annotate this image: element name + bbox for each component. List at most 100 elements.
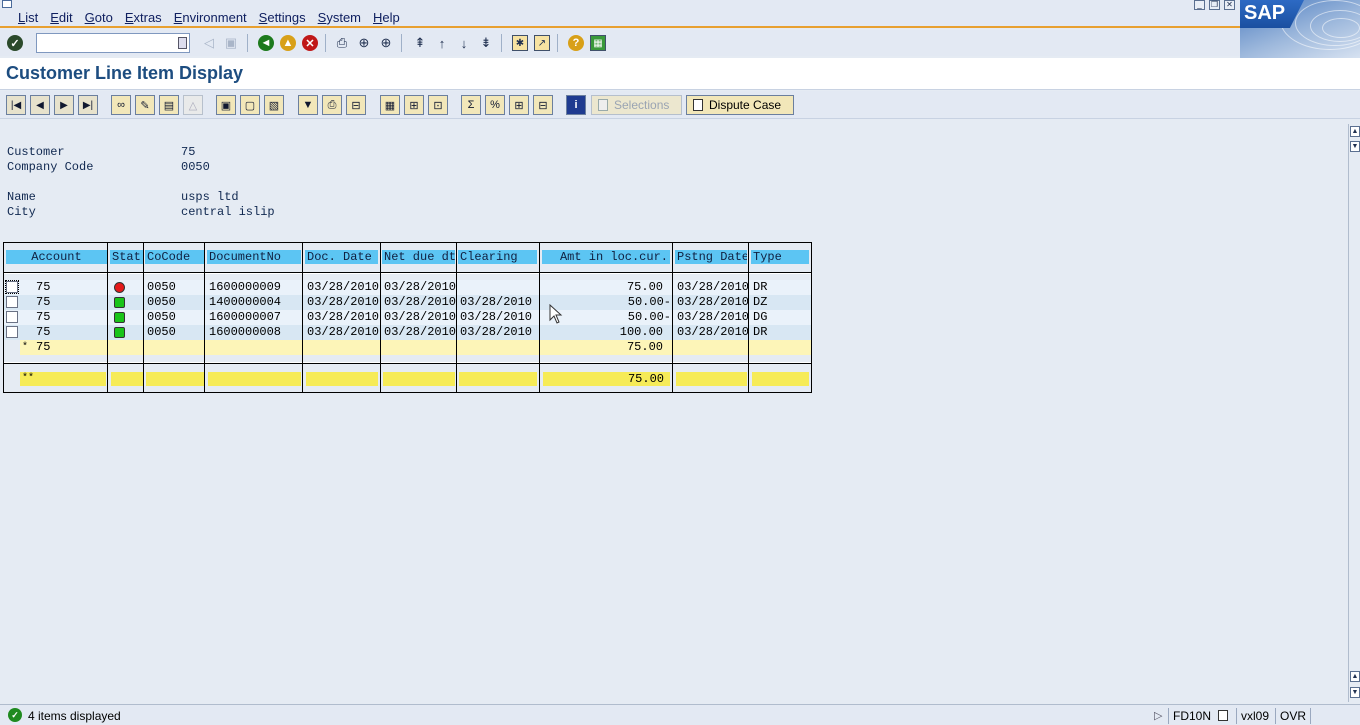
menu-help[interactable]: Help — [373, 10, 400, 25]
separator — [401, 34, 402, 52]
subtotals-button[interactable]: % — [485, 95, 505, 115]
last-page-button[interactable]: ⇟ — [477, 34, 495, 52]
column-header-documentno[interactable]: DocumentNo — [207, 250, 301, 264]
print-list-button[interactable]: ⊟ — [346, 95, 366, 115]
save-layout-button[interactable]: ⊡ — [428, 95, 448, 115]
menu-settings[interactable]: Settings — [259, 10, 306, 25]
select-layout-button[interactable]: ⊞ — [404, 95, 424, 115]
scroll-up-icon[interactable]: ▲ — [1350, 126, 1360, 137]
column-header-amount[interactable]: Amt in loc.cur. — [542, 250, 670, 264]
print-button[interactable]: ⎙ — [333, 34, 351, 52]
column-header-account[interactable]: Account — [6, 250, 107, 264]
column-header-stat[interactable]: Stat — [110, 250, 143, 264]
column-header-net-due-dt[interactable]: Net due dt — [382, 250, 455, 264]
collapse-button[interactable]: ⊟ — [533, 95, 553, 115]
back-button[interactable]: ◄ — [257, 34, 275, 52]
menu-extras[interactable]: Extras — [125, 10, 162, 25]
column-header-clearing[interactable]: Clearing — [458, 250, 537, 264]
cell-net-due-dt: 03/28/2010 — [384, 310, 457, 324]
command-field[interactable] — [36, 33, 190, 53]
change-layout-button[interactable]: ▦ — [380, 95, 400, 115]
select-all-button[interactable]: ▣ — [216, 95, 236, 115]
column-header-doc-date[interactable]: Doc. Date — [305, 250, 378, 264]
status-insert-mode[interactable]: OVR — [1275, 708, 1306, 724]
menu-system[interactable]: System — [318, 10, 361, 25]
column-divider — [672, 243, 673, 392]
table-row[interactable]: 75 0050 1600000009 03/28/2010 03/28/2010… — [4, 280, 811, 295]
vertical-scrollbar[interactable]: ▲ ▼ ▲ ▼ — [1348, 124, 1360, 702]
shortcut-button[interactable]: ↗ — [533, 34, 551, 52]
customize-layout-button[interactable]: ▦ — [589, 34, 607, 52]
command-history-icon[interactable] — [178, 37, 187, 49]
row-select-checkbox[interactable] — [6, 326, 18, 338]
exit-button[interactable]: ▲ — [279, 34, 297, 52]
menu-list[interactable]: List — [18, 10, 38, 25]
deselect-all-button[interactable]: ▢ — [240, 95, 260, 115]
filter-button[interactable]: ▼ — [298, 95, 318, 115]
triangle-icon: △ — [188, 99, 198, 112]
transaction-info-icon[interactable] — [1218, 710, 1229, 721]
last-page-icon: ⇟ — [480, 35, 492, 50]
scroll-page-down-icon[interactable]: ▼ — [1350, 141, 1360, 152]
last-item-button[interactable]: ▶| — [78, 95, 98, 115]
status-empty-field — [1310, 708, 1360, 724]
status-green-light — [114, 312, 125, 323]
cell-clearing — [458, 280, 462, 295]
subtotal-row[interactable]: * 75 75.00 — [20, 340, 811, 355]
previous-item-icon: ◀ — [36, 99, 44, 111]
scroll-page-up-icon[interactable]: ▲ — [1350, 671, 1360, 682]
row-select-checkbox[interactable] — [5, 280, 19, 294]
restore-icon[interactable]: ❐ — [1209, 0, 1220, 10]
first-page-button[interactable]: ⇞ — [411, 34, 429, 52]
minimize-icon[interactable]: _ — [1194, 0, 1205, 10]
cell-account: 75 — [36, 280, 51, 294]
change-document-button[interactable]: ✎ — [135, 95, 155, 115]
sum-button[interactable]: Σ — [461, 95, 481, 115]
next-page-button[interactable]: ↓ — [455, 34, 473, 52]
column-divider — [539, 243, 540, 392]
row-select-checkbox[interactable] — [6, 311, 18, 323]
cell-doc-date: 03/28/2010 — [307, 310, 380, 324]
company-code-label: Company Code — [7, 160, 94, 174]
details-button[interactable]: ▧ — [264, 95, 284, 115]
row-select-checkbox[interactable] — [6, 296, 18, 308]
column-header-pstng-date[interactable]: Pstng Date — [675, 250, 747, 264]
separator — [247, 34, 248, 52]
separator — [501, 34, 502, 52]
cell-cocode: 0050 — [147, 280, 176, 294]
status-expand-icon[interactable]: ▷ — [1154, 709, 1162, 722]
display-document-button[interactable]: ∞ — [111, 95, 131, 115]
app-menu-icon[interactable] — [2, 0, 12, 8]
status-transaction[interactable]: FD10N — [1168, 708, 1229, 724]
cell-account: 75 — [36, 310, 51, 324]
create-session-button[interactable]: ✱ — [511, 34, 529, 52]
menu-edit[interactable]: Edit — [50, 10, 72, 25]
find-next-button[interactable]: ⊕ — [377, 34, 395, 52]
grid-body: 75 0050 1600000009 03/28/2010 03/28/2010… — [4, 274, 811, 362]
help-button[interactable]: ? — [567, 34, 585, 52]
menu-environment[interactable]: Environment — [174, 10, 247, 25]
menu-goto[interactable]: Goto — [85, 10, 113, 25]
dispute-case-button[interactable]: Dispute Case — [686, 95, 794, 115]
find-button[interactable]: ⊕ — [355, 34, 373, 52]
column-header-cocode[interactable]: CoCode — [145, 250, 204, 264]
previous-page-button[interactable]: ↑ — [433, 34, 451, 52]
expand-button[interactable]: ⊞ — [509, 95, 529, 115]
next-item-button[interactable]: ▶ — [54, 95, 74, 115]
close-window-icon[interactable]: ✕ — [1224, 0, 1235, 10]
info-button[interactable]: i — [566, 95, 586, 115]
print-preview-button[interactable]: ⎙ — [322, 95, 342, 115]
total-row[interactable]: ** 75.00 — [4, 363, 811, 392]
cancel-button[interactable]: ✕ — [301, 34, 319, 52]
first-item-button[interactable]: |◀ — [6, 95, 26, 115]
table-row[interactable]: 75 0050 1600000008 03/28/2010 03/28/2010… — [4, 325, 811, 340]
first-page-icon: ⇞ — [414, 35, 426, 50]
info-icon: i — [574, 99, 578, 111]
enter-button[interactable]: ✓ — [6, 34, 24, 52]
previous-item-button[interactable]: ◀ — [30, 95, 50, 115]
table-row[interactable]: 75 0050 1400000004 03/28/2010 03/28/2010… — [4, 295, 811, 310]
mass-change-button[interactable]: ▤ — [159, 95, 179, 115]
column-header-type[interactable]: Type — [751, 250, 809, 264]
scroll-down-icon[interactable]: ▼ — [1350, 687, 1360, 698]
table-row[interactable]: 75 0050 1600000007 03/28/2010 03/28/2010… — [4, 310, 811, 325]
